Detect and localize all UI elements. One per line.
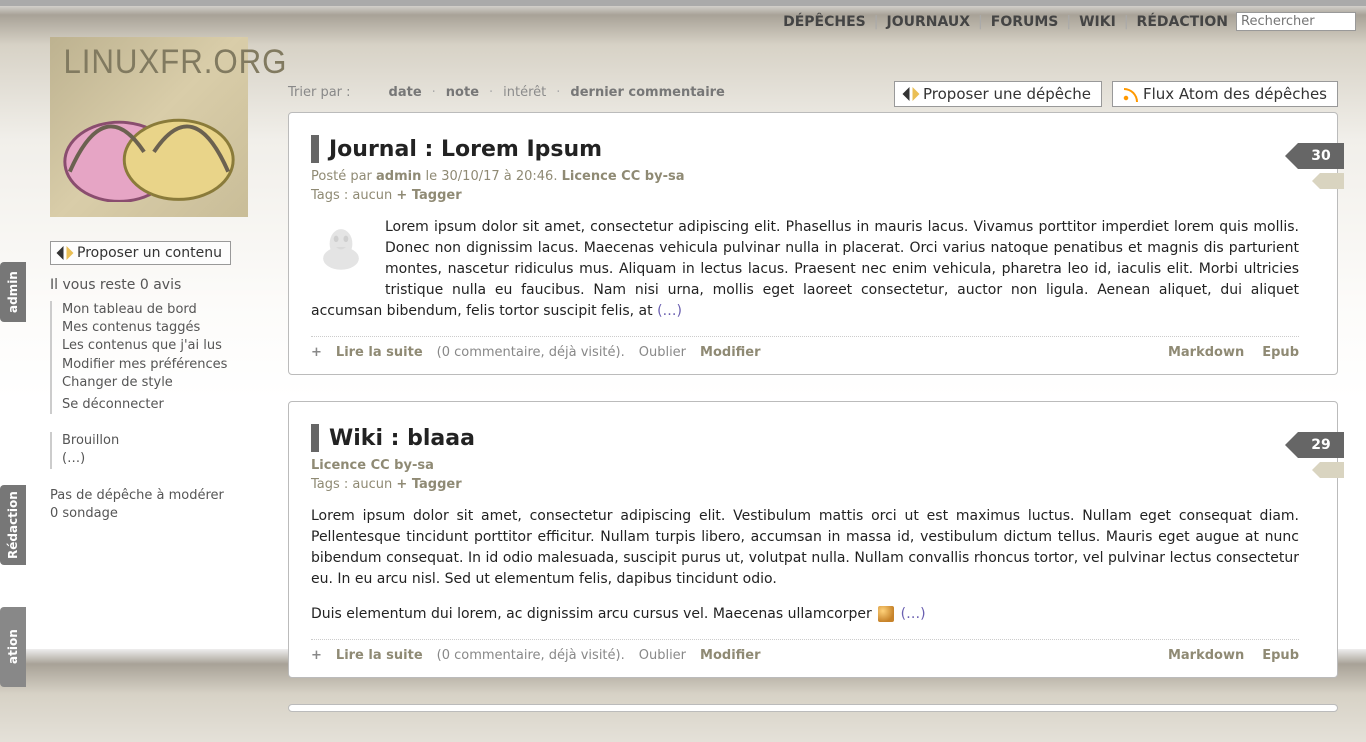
rss-icon: [1123, 87, 1137, 101]
read-more-link[interactable]: Lire la suite: [336, 648, 423, 663]
sidebar-admin-block: Il vous reste 0 avis Mon tableau de bord…: [50, 277, 248, 414]
tagger-button[interactable]: + Tagger: [396, 477, 461, 492]
epub-link[interactable]: Epub: [1262, 648, 1299, 663]
nav-redaction[interactable]: RÉDACTION: [1137, 14, 1228, 30]
score-ribbon-secondary[interactable]: [1320, 462, 1344, 478]
comment-info: (0 commentaire, déjà visité).: [437, 648, 625, 663]
epub-link[interactable]: Epub: [1262, 345, 1299, 360]
sort-label: Trier par :: [288, 85, 351, 100]
propose-depeche-button[interactable]: Proposer une dépêche: [894, 81, 1102, 107]
sidebar-item-logout[interactable]: Se déconnecter: [62, 396, 248, 414]
main-content: Proposer une dépêche Flux Atom des dépêc…: [248, 37, 1366, 742]
markdown-link[interactable]: Markdown: [1168, 345, 1244, 360]
expand-icon[interactable]: +: [311, 345, 322, 360]
vtab-ation[interactable]: ation: [0, 607, 26, 687]
sidebar-item-prefs[interactable]: Modifier mes préférences: [62, 356, 248, 374]
site-logo[interactable]: LINUXFR.ORG: [50, 37, 248, 217]
nav-wiki[interactable]: WIKI: [1079, 14, 1116, 30]
propose-content-button[interactable]: Proposer un contenu: [50, 241, 231, 265]
read-more-link[interactable]: Lire la suite: [336, 345, 423, 360]
top-nav: DÉPÊCHES| JOURNAUX| FORUMS| WIKI| RÉDACT…: [0, 6, 1366, 37]
title-bar: [311, 135, 319, 163]
atom-feed-label: Flux Atom des dépêches: [1143, 85, 1327, 103]
score-ribbon[interactable]: 29: [1298, 432, 1344, 458]
score-ribbon-secondary[interactable]: [1320, 173, 1344, 189]
tux-icon: [311, 217, 371, 277]
comment-info: (0 commentaire, déjà visité).: [437, 345, 625, 360]
sidebar-item-tagged[interactable]: Mes contenus taggés: [62, 319, 248, 337]
nav-forums[interactable]: FORUMS: [991, 14, 1059, 30]
pencil-icon: [903, 86, 920, 103]
markdown-link[interactable]: Markdown: [1168, 648, 1244, 663]
licence-link[interactable]: Licence CC by-sa: [562, 169, 685, 184]
top-actions: Proposer une dépêche Flux Atom des dépêc…: [894, 81, 1338, 107]
read-more-ellipsis[interactable]: (…): [657, 303, 682, 319]
edit-link[interactable]: Modifier: [700, 648, 761, 663]
card-meta: Licence CC by-sa: [311, 458, 1299, 473]
card-body: Lorem ipsum dolor sit amet, consectetur …: [311, 217, 1299, 322]
vtab-redaction[interactable]: Rédaction: [0, 485, 26, 565]
edit-link[interactable]: Modifier: [700, 345, 761, 360]
sidebar-item-draft[interactable]: Brouillon: [62, 432, 248, 450]
avis-remaining: Il vous reste 0 avis: [50, 277, 248, 293]
author-link[interactable]: admin: [376, 169, 421, 184]
title-bar: [311, 424, 319, 452]
vtab-admin[interactable]: admin: [0, 262, 26, 322]
sidebar-item-read[interactable]: Les contenus que j'ai lus: [62, 337, 248, 355]
propose-depeche-label: Proposer une dépêche: [923, 85, 1091, 103]
expand-icon[interactable]: +: [311, 648, 322, 663]
card-footer: + Lire la suite (0 commentaire, déjà vis…: [311, 336, 1299, 360]
pencil-icon: [57, 245, 74, 262]
read-more-ellipsis[interactable]: (…): [901, 606, 926, 622]
card-meta: Posté par admin le 30/10/17 à 20:46. Lic…: [311, 169, 1299, 184]
logo-art: [50, 82, 248, 217]
score-ribbon[interactable]: 30: [1298, 143, 1344, 169]
content-card: 29 Wiki : blaaa Licence CC by-sa Tags : …: [288, 401, 1338, 678]
card-title[interactable]: Journal : Lorem Ipsum: [329, 137, 602, 162]
card-footer: + Lire la suite (0 commentaire, déjà vis…: [311, 639, 1299, 663]
atom-feed-button[interactable]: Flux Atom des dépêches: [1112, 81, 1338, 107]
content-card-peek: [288, 704, 1338, 712]
tags-line: Tags : aucun + Tagger: [311, 477, 1299, 492]
sort-interet[interactable]: intérêt: [503, 85, 546, 100]
tagger-button[interactable]: + Tagger: [396, 188, 461, 203]
sort-last-comment[interactable]: dernier commentaire: [570, 85, 724, 100]
forget-link[interactable]: Oublier: [639, 345, 686, 360]
content-card: 30 Journal : Lorem Ipsum Posté par admin…: [288, 112, 1338, 375]
sort-date[interactable]: date: [389, 85, 422, 100]
sidebar-item-no-moderation: Pas de dépêche à modérer: [50, 487, 248, 505]
card-body: Lorem ipsum dolor sit amet, consectetur …: [311, 506, 1299, 625]
nav-journaux[interactable]: JOURNAUX: [886, 14, 970, 30]
sidebar-redaction-block: Brouillon (…): [50, 432, 248, 468]
emoji-icon: [878, 606, 894, 622]
sidebar-item-dashboard[interactable]: Mon tableau de bord: [62, 301, 248, 319]
sidebar-mod-block: Pas de dépêche à modérer 0 sondage: [50, 487, 248, 523]
logo-text: LINUXFR.ORG: [58, 37, 240, 82]
forget-link[interactable]: Oublier: [639, 648, 686, 663]
sidebar-item-draft-etc[interactable]: (…): [62, 450, 248, 468]
licence-link[interactable]: Licence CC by-sa: [311, 458, 434, 473]
sidebar-item-style[interactable]: Changer de style: [62, 374, 248, 392]
propose-content-label: Proposer un contenu: [77, 245, 222, 261]
sidebar-item-sondage: 0 sondage: [50, 505, 248, 523]
tags-line: Tags : aucun + Tagger: [311, 188, 1299, 203]
search-input[interactable]: [1236, 12, 1356, 31]
card-title[interactable]: Wiki : blaaa: [329, 426, 475, 451]
sidebar: admin Rédaction ation LINUXFR.ORG Propos…: [0, 37, 248, 541]
nav-depeches[interactable]: DÉPÊCHES: [783, 14, 866, 30]
sort-note[interactable]: note: [446, 85, 479, 100]
